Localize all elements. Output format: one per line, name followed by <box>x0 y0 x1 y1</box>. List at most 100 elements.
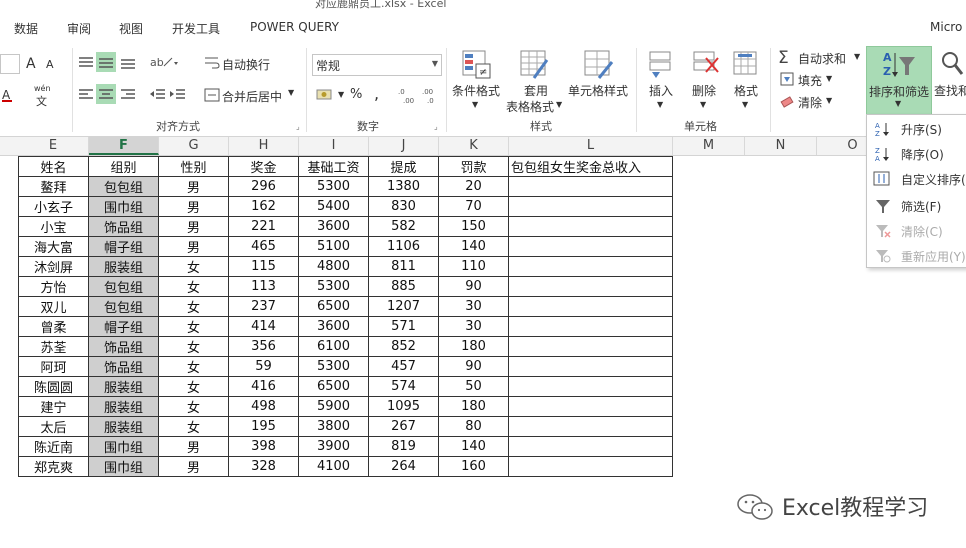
header-cell[interactable]: 性别 <box>158 156 229 177</box>
table-cell[interactable]: 195 <box>228 416 299 437</box>
table-cell[interactable]: 女 <box>158 336 229 357</box>
font-size-select[interactable] <box>0 54 20 74</box>
table-cell[interactable]: 围巾组 <box>88 456 159 477</box>
table-cell[interactable]: 5900 <box>298 396 369 417</box>
table-cell[interactable] <box>508 256 673 277</box>
table-cell[interactable]: 苏荃 <box>18 336 89 357</box>
table-cell[interactable] <box>508 456 673 477</box>
table-cell[interactable]: 女 <box>158 316 229 337</box>
table-cell[interactable]: 男 <box>158 436 229 457</box>
table-cell[interactable]: 885 <box>368 276 439 297</box>
table-cell[interactable]: 221 <box>228 216 299 237</box>
percent-style-button[interactable]: % <box>350 87 362 102</box>
autosum-arrow[interactable]: ▼ <box>854 52 860 61</box>
table-cell[interactable]: 80 <box>438 416 509 437</box>
table-cell[interactable]: 女 <box>158 296 229 317</box>
table-cell[interactable]: 5300 <box>298 276 369 297</box>
table-cell[interactable]: 小玄子 <box>18 196 89 217</box>
table-cell[interactable]: 男 <box>158 176 229 197</box>
table-cell[interactable]: 6500 <box>298 296 369 317</box>
table-cell[interactable] <box>508 216 673 237</box>
table-cell[interactable]: 曾柔 <box>18 316 89 337</box>
menu-item-filter[interactable]: 筛选(F) <box>867 193 966 218</box>
table-cell[interactable]: 811 <box>368 256 439 277</box>
table-cell[interactable]: 方怡 <box>18 276 89 297</box>
insert-button[interactable]: 插入 <box>649 82 673 99</box>
table-cell[interactable]: 267 <box>368 416 439 437</box>
table-cell[interactable]: 180 <box>438 336 509 357</box>
table-cell[interactable]: 4100 <box>298 456 369 477</box>
align-right-icon[interactable] <box>120 88 136 102</box>
menu-item-sort-descending[interactable]: ZA 降序(O) <box>867 141 966 166</box>
table-cell[interactable] <box>508 276 673 297</box>
table-cell[interactable]: 太后 <box>18 416 89 437</box>
cell-styles-button[interactable]: 单元格样式 <box>568 82 628 99</box>
table-cell[interactable]: 59 <box>228 356 299 377</box>
table-cell[interactable]: 女 <box>158 256 229 277</box>
format-button[interactable]: 格式 <box>734 82 758 99</box>
table-cell[interactable]: 582 <box>368 216 439 237</box>
table-cell[interactable] <box>508 176 673 197</box>
table-cell[interactable]: 30 <box>438 296 509 317</box>
table-cell[interactable]: 180 <box>438 396 509 417</box>
header-cell[interactable]: 包包组女生奖金总收入 <box>508 156 673 177</box>
table-cell[interactable]: 帽子组 <box>88 236 159 257</box>
column-header-j[interactable]: J <box>369 137 439 155</box>
column-header-m[interactable]: M <box>673 137 745 155</box>
menu-data[interactable]: 数据 <box>14 20 38 37</box>
align-middle-icon[interactable] <box>98 56 114 70</box>
accounting-dropdown-arrow[interactable]: ▼ <box>338 90 344 99</box>
align-left-icon[interactable] <box>78 88 94 102</box>
table-cell[interactable]: 830 <box>368 196 439 217</box>
table-cell[interactable]: 110 <box>438 256 509 277</box>
format-table-arrow[interactable]: ▼ <box>556 100 562 109</box>
table-cell[interactable]: 4800 <box>298 256 369 277</box>
table-cell[interactable]: 398 <box>228 436 299 457</box>
table-cell[interactable]: 陈圆圆 <box>18 376 89 397</box>
orientation-icon[interactable]: ab <box>150 54 178 70</box>
table-cell[interactable]: 帽子组 <box>88 316 159 337</box>
table-cell[interactable]: 阿珂 <box>18 356 89 377</box>
table-cell[interactable]: 6500 <box>298 376 369 397</box>
table-cell[interactable]: 女 <box>158 376 229 397</box>
table-cell[interactable]: 建宁 <box>18 396 89 417</box>
conditional-format-button[interactable]: 条件格式 <box>452 82 500 99</box>
table-cell[interactable]: 571 <box>368 316 439 337</box>
table-cell[interactable]: 150 <box>438 216 509 237</box>
table-cell[interactable]: 饰品组 <box>88 356 159 377</box>
table-cell[interactable]: 郑克爽 <box>18 456 89 477</box>
table-cell[interactable] <box>508 316 673 337</box>
align-top-icon[interactable] <box>78 56 94 70</box>
delete-arrow[interactable]: ▼ <box>700 100 706 109</box>
table-cell[interactable]: 90 <box>438 276 509 297</box>
table-cell[interactable]: 416 <box>228 376 299 397</box>
merge-dropdown-arrow[interactable]: ▼ <box>288 88 294 97</box>
table-cell[interactable]: 男 <box>158 196 229 217</box>
table-cell[interactable]: 5300 <box>298 356 369 377</box>
column-header-h[interactable]: H <box>229 137 299 155</box>
table-cell[interactable]: 女 <box>158 416 229 437</box>
table-cell[interactable]: 3600 <box>298 316 369 337</box>
format-table-line1[interactable]: 套用 <box>524 82 548 99</box>
table-cell[interactable]: 115 <box>228 256 299 277</box>
table-cell[interactable]: 296 <box>228 176 299 197</box>
table-cell[interactable]: 328 <box>228 456 299 477</box>
accounting-format-icon[interactable] <box>316 88 334 102</box>
increase-decimal-icon[interactable]: .0.00 <box>398 86 418 104</box>
table-cell[interactable]: 70 <box>438 196 509 217</box>
menu-view[interactable]: 视图 <box>119 20 143 37</box>
table-cell[interactable]: 小宝 <box>18 216 89 237</box>
alignment-dialog-launcher[interactable]: ⌟ <box>296 122 300 131</box>
decrease-font-icon[interactable]: A <box>46 58 54 71</box>
column-header-n[interactable]: N <box>745 137 817 155</box>
table-cell[interactable]: 服装组 <box>88 396 159 417</box>
decrease-decimal-icon[interactable]: .00.0 <box>422 86 442 104</box>
table-cell[interactable]: 852 <box>368 336 439 357</box>
table-cell[interactable]: 围巾组 <box>88 196 159 217</box>
table-cell[interactable]: 140 <box>438 236 509 257</box>
header-cell[interactable]: 罚款 <box>438 156 509 177</box>
table-cell[interactable] <box>508 336 673 357</box>
number-dialog-launcher[interactable]: ⌟ <box>434 122 438 131</box>
table-cell[interactable]: 498 <box>228 396 299 417</box>
table-cell[interactable]: 女 <box>158 356 229 377</box>
